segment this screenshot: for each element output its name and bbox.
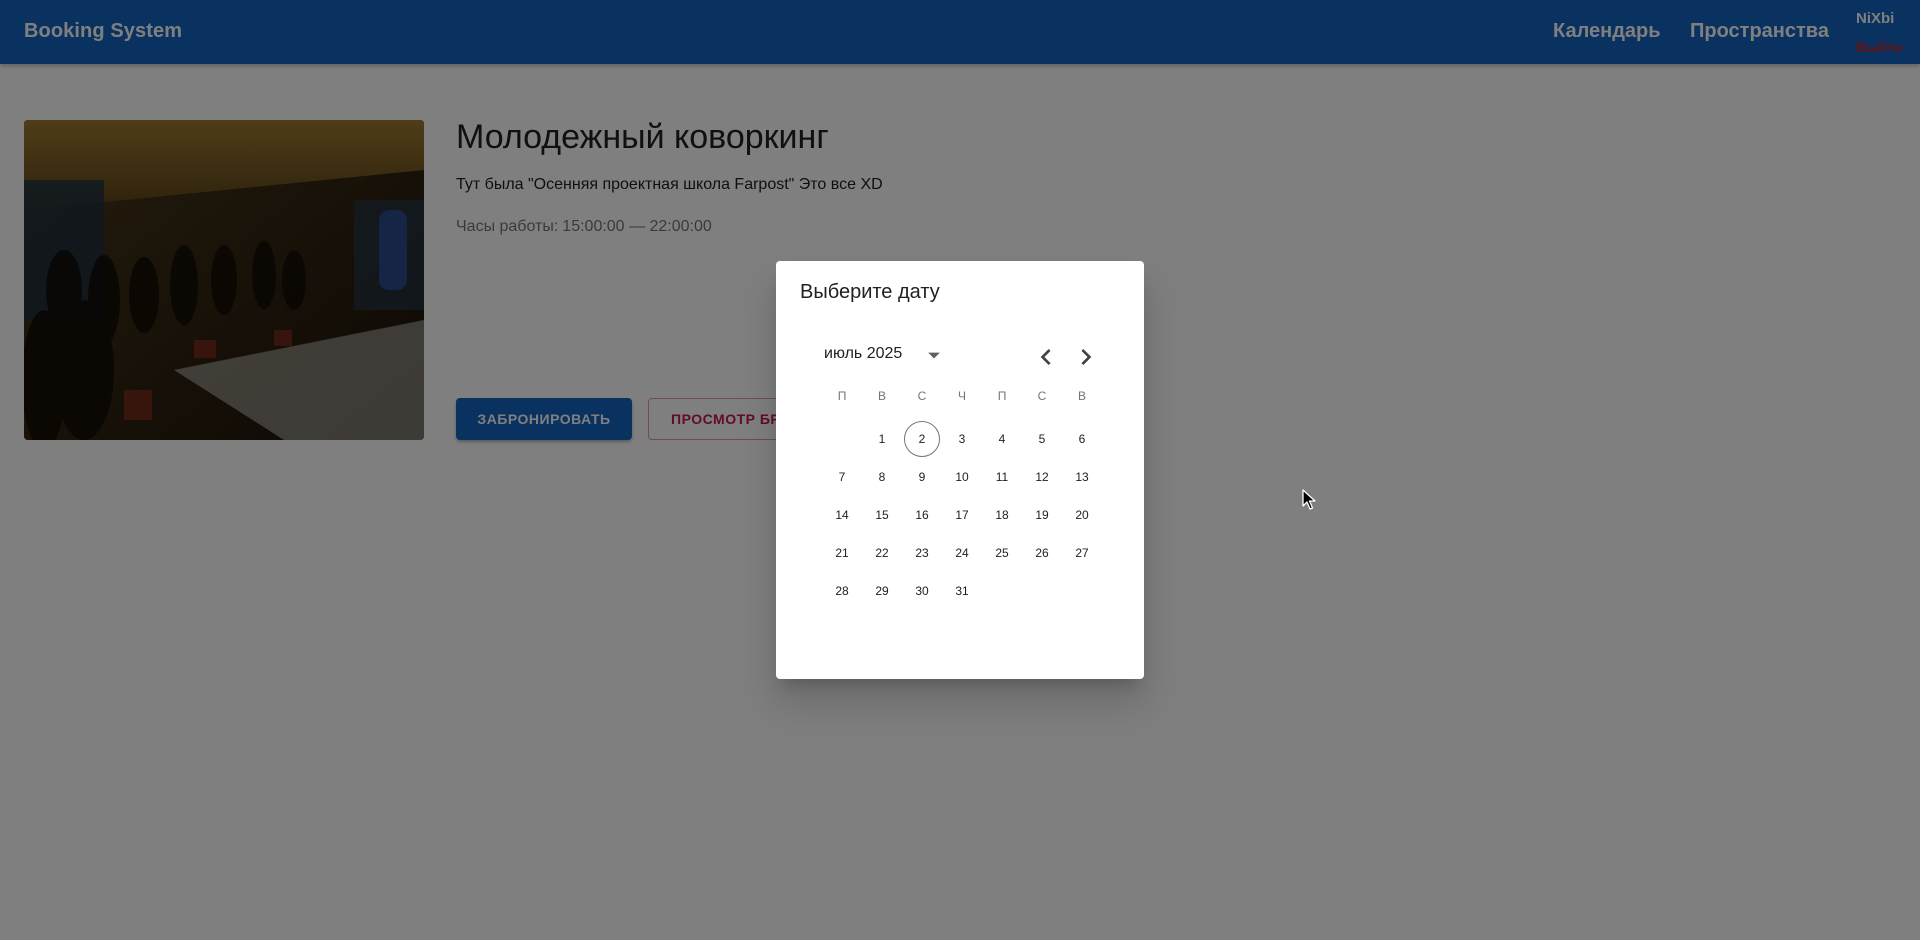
month-year-label[interactable]: июль 2025 <box>824 345 902 363</box>
calendar-day[interactable]: 8 <box>864 459 900 495</box>
weekday-label: Ч <box>958 389 966 403</box>
calendar-day[interactable]: 17 <box>944 497 980 533</box>
calendar-day[interactable]: 3 <box>944 421 980 457</box>
weekday-label: В <box>1077 389 1086 403</box>
calendar-day[interactable]: 20 <box>1064 497 1100 533</box>
calendar-day[interactable]: 27 <box>1064 535 1100 571</box>
calendar-day[interactable]: 31 <box>944 573 980 609</box>
calendar-day[interactable]: 19 <box>1024 497 1060 533</box>
calendar-day[interactable]: 21 <box>824 535 860 571</box>
calendar-day[interactable]: 13 <box>1064 459 1100 495</box>
calendar-day[interactable]: 12 <box>1024 459 1060 495</box>
calendar-day[interactable]: 28 <box>824 573 860 609</box>
calendar-day[interactable]: 29 <box>864 573 900 609</box>
weekday-label: П <box>837 389 847 403</box>
calendar-day[interactable]: 15 <box>864 497 900 533</box>
calendar-day[interactable]: 25 <box>984 535 1020 571</box>
calendar-day[interactable]: 10 <box>944 459 980 495</box>
weekday-label: С <box>1037 389 1047 403</box>
calendar-day[interactable]: 5 <box>1024 421 1060 457</box>
date-picker-dialog: Выберите дату июль 2025 ПВСЧПСВ 12345678… <box>776 261 1144 679</box>
calendar-day[interactable]: 14 <box>824 497 860 533</box>
calendar-day[interactable]: 6 <box>1064 421 1100 457</box>
arrow-drop-down-icon[interactable] <box>920 341 948 369</box>
chevron-right-icon[interactable] <box>1070 341 1102 373</box>
dialog-title: Выберите дату <box>800 281 940 303</box>
calendar-day[interactable]: 16 <box>904 497 940 533</box>
calendar-day[interactable]: 1 <box>864 421 900 457</box>
calendar-day[interactable]: 30 <box>904 573 940 609</box>
weekday-label: В <box>877 389 886 403</box>
chevron-left-icon[interactable] <box>1030 341 1062 373</box>
calendar-day[interactable]: 11 <box>984 459 1020 495</box>
calendar-day[interactable]: 26 <box>1024 535 1060 571</box>
calendar-day[interactable]: 4 <box>984 421 1020 457</box>
calendar-day[interactable]: 9 <box>904 459 940 495</box>
calendar-day[interactable]: 24 <box>944 535 980 571</box>
calendar-day[interactable]: 18 <box>984 497 1020 533</box>
calendar-day[interactable]: 22 <box>864 535 900 571</box>
weekday-label: П <box>997 389 1007 403</box>
calendar-day[interactable]: 7 <box>824 459 860 495</box>
mouse-cursor-icon <box>1302 489 1316 516</box>
calendar-day-today[interactable]: 2 <box>904 421 940 457</box>
calendar-day[interactable]: 23 <box>904 535 940 571</box>
weekday-label: С <box>917 389 927 403</box>
